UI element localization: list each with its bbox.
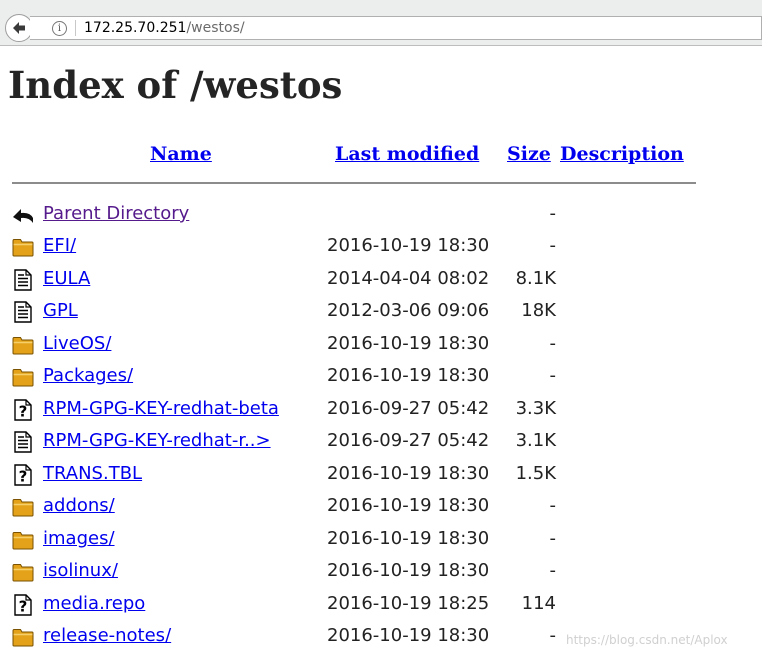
file-size: - — [549, 495, 557, 516]
last-modified: 2016-10-19 18:25 — [327, 593, 490, 614]
list-item: Packages/ 2016-10-19 18:30 - — [0, 360, 762, 392]
folder-icon — [12, 496, 34, 518]
column-header-last-modified[interactable]: Last modified — [335, 141, 479, 167]
file-link[interactable]: GPL — [43, 299, 78, 323]
file-size: - — [549, 235, 557, 256]
browser-toolbar: i 172.25.70.251/westos/ — [0, 0, 762, 46]
arrow-left-icon — [13, 22, 25, 34]
text-file-icon — [12, 431, 34, 453]
folder-icon — [12, 529, 34, 551]
file-link[interactable]: Parent Directory — [43, 202, 189, 226]
column-header-name[interactable]: Name — [150, 141, 212, 167]
url-host: 172.25.70.251 — [84, 20, 187, 36]
folder-icon — [12, 626, 34, 648]
svg-text:?: ? — [19, 403, 28, 421]
file-link[interactable]: EFI/ — [43, 234, 76, 258]
last-modified: 2016-10-19 18:30 — [327, 333, 490, 354]
file-link[interactable]: RPM-GPG-KEY-redhat-r..> — [43, 429, 271, 453]
text-file-icon — [12, 269, 34, 291]
folder-icon — [12, 236, 34, 258]
file-link[interactable]: media.repo — [43, 592, 145, 616]
last-modified: 2016-10-19 18:30 — [327, 625, 490, 646]
file-size: 114 — [521, 593, 556, 614]
file-size: - — [549, 560, 557, 581]
text-file-icon — [12, 301, 34, 323]
last-modified: 2014-04-04 08:02 — [327, 268, 490, 289]
watermark: https://blog.csdn.net/Aplox — [566, 633, 728, 647]
last-modified: 2016-09-27 05:42 — [327, 398, 490, 419]
list-item: EFI/ 2016-10-19 18:30 - — [0, 230, 762, 262]
file-link[interactable]: LiveOS/ — [43, 332, 111, 356]
file-link[interactable]: EULA — [43, 267, 90, 291]
file-size: 3.1K — [515, 430, 556, 451]
file-link[interactable]: release-notes/ — [43, 624, 171, 648]
last-modified: 2016-10-19 18:30 — [327, 235, 490, 256]
file-size: 18K — [521, 300, 556, 321]
list-item: GPL 2012-03-06 09:06 18K — [0, 295, 762, 327]
unknown-file-icon: ? — [12, 594, 34, 616]
svg-text:?: ? — [19, 468, 28, 486]
file-size: - — [549, 333, 557, 354]
last-modified: 2016-10-19 18:30 — [327, 365, 490, 386]
url-path: /westos/ — [186, 20, 245, 36]
unknown-file-icon: ? — [12, 464, 34, 486]
list-item: EULA 2014-04-04 08:02 8.1K — [0, 263, 762, 295]
file-size: 1.5K — [515, 463, 556, 484]
url-divider — [75, 20, 76, 36]
folder-icon — [12, 366, 34, 388]
list-item: ? RPM-GPG-KEY-redhat-beta 2016-09-27 05:… — [0, 393, 762, 425]
svg-text:?: ? — [19, 598, 28, 616]
last-modified: 2016-10-19 18:30 — [327, 528, 490, 549]
back-button[interactable] — [5, 14, 33, 42]
url-text: 172.25.70.251/westos/ — [84, 20, 245, 37]
file-size: - — [549, 203, 557, 224]
list-item: images/ 2016-10-19 18:30 - — [0, 523, 762, 555]
header-divider — [12, 182, 696, 184]
column-header-size[interactable]: Size — [507, 141, 551, 167]
list-item: isolinux/ 2016-10-19 18:30 - — [0, 555, 762, 587]
file-size: - — [549, 625, 557, 646]
list-item: Parent Directory - — [0, 198, 762, 230]
folder-icon — [12, 334, 34, 356]
file-link[interactable]: Packages/ — [43, 364, 133, 388]
list-item: ? media.repo 2016-10-19 18:25 114 — [0, 588, 762, 620]
unknown-file-icon: ? — [12, 399, 34, 421]
file-link[interactable]: TRANS.TBL — [43, 462, 142, 486]
list-item: ? TRANS.TBL 2016-10-19 18:30 1.5K — [0, 458, 762, 490]
folder-icon — [12, 561, 34, 583]
last-modified: 2016-10-19 18:30 — [327, 463, 490, 484]
file-size: 3.3K — [515, 398, 556, 419]
file-link[interactable]: isolinux/ — [43, 559, 118, 583]
file-link[interactable]: addons/ — [43, 494, 115, 518]
page-title: Index of /westos — [8, 63, 343, 107]
file-link[interactable]: images/ — [43, 527, 115, 551]
last-modified: 2016-10-19 18:30 — [327, 495, 490, 516]
file-link[interactable]: RPM-GPG-KEY-redhat-beta — [43, 397, 279, 421]
last-modified: 2016-10-19 18:30 — [327, 560, 490, 581]
list-item: addons/ 2016-10-19 18:30 - — [0, 490, 762, 522]
column-header-description[interactable]: Description — [560, 141, 684, 167]
file-size: 8.1K — [515, 268, 556, 289]
list-item: LiveOS/ 2016-10-19 18:30 - — [0, 328, 762, 360]
list-item: RPM-GPG-KEY-redhat-r..> 2016-09-27 05:42… — [0, 425, 762, 457]
last-modified: 2012-03-06 09:06 — [327, 300, 490, 321]
file-size: - — [549, 528, 557, 549]
info-icon[interactable]: i — [52, 21, 67, 36]
last-modified: 2016-09-27 05:42 — [327, 430, 490, 451]
address-bar[interactable]: i 172.25.70.251/westos/ — [30, 16, 762, 40]
file-size: - — [549, 365, 557, 386]
back-icon — [12, 204, 34, 226]
